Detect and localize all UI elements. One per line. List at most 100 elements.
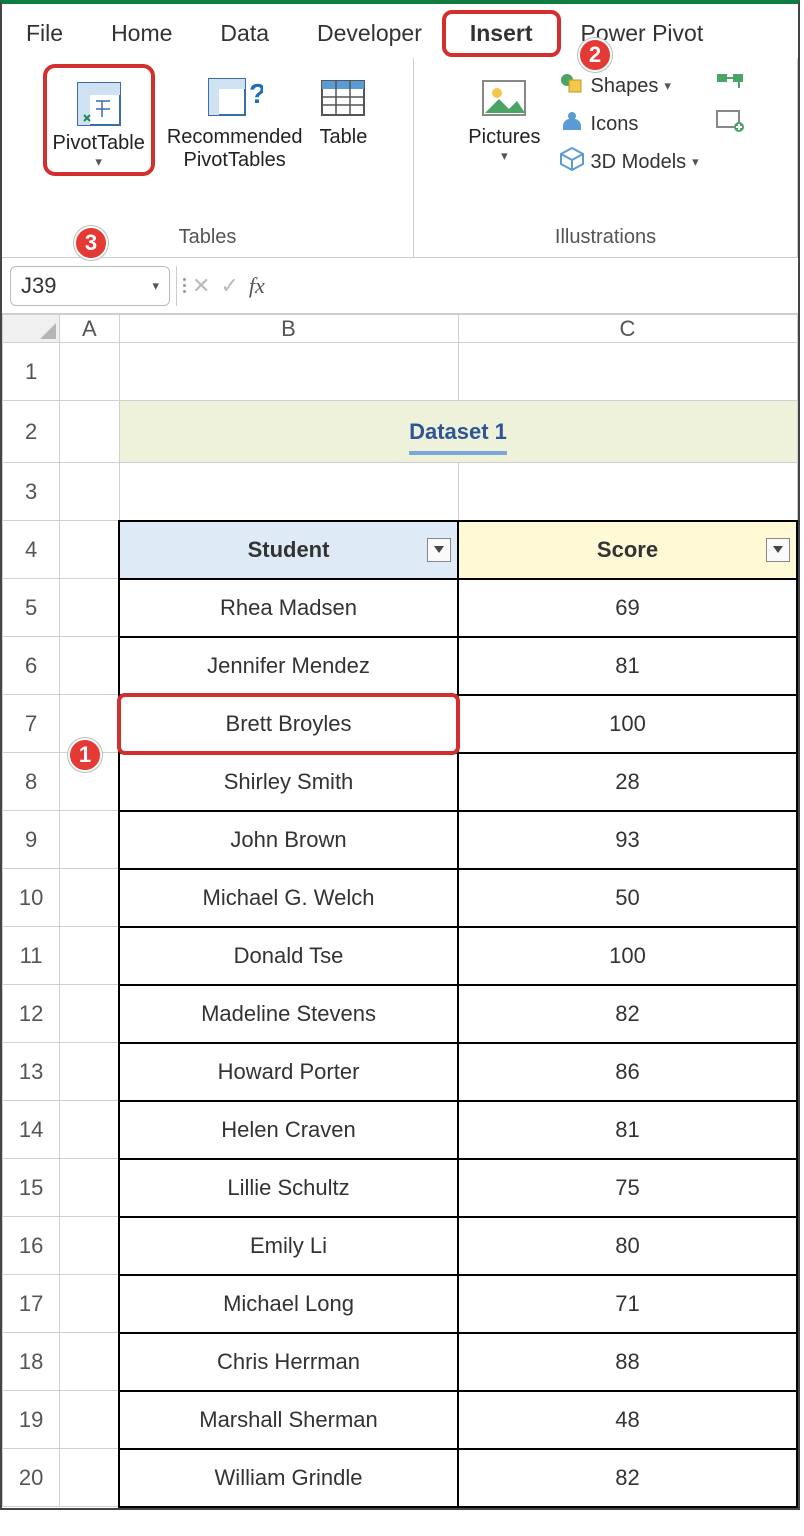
cell-score[interactable]: 48 [458,1391,797,1449]
cell[interactable] [60,985,119,1043]
pivottable-button[interactable]: PivotTable ▾ [49,70,149,170]
cell-score[interactable]: 81 [458,637,797,695]
recommended-pivottables-button[interactable]: ? Recommended PivotTables [163,64,307,172]
fx-icon[interactable]: fx [249,273,265,299]
cell-student[interactable]: Lillie Schultz [119,1159,458,1217]
cell-student[interactable]: Michael Long [119,1275,458,1333]
cell-score[interactable]: 69 [458,579,797,637]
row-header[interactable]: 5 [3,579,60,637]
cell-score[interactable]: 82 [458,985,797,1043]
row-header[interactable]: 1 [3,343,60,401]
cell-score[interactable]: 71 [458,1275,797,1333]
tab-developer[interactable]: Developer [293,14,446,53]
cell[interactable] [60,869,119,927]
cell[interactable] [458,343,797,401]
cell-score[interactable]: 82 [458,1449,797,1507]
row-header[interactable]: 15 [3,1159,60,1217]
enter-icon[interactable]: ✓ [220,273,238,299]
tab-data[interactable]: Data [196,14,293,53]
cell-student[interactable]: John Brown [119,811,458,869]
cell-student[interactable]: Marshall Sherman [119,1391,458,1449]
name-box[interactable]: J39 ▾ [10,266,170,306]
row-header[interactable]: 13 [3,1043,60,1101]
screenshot-icon[interactable] [715,107,745,138]
header-score[interactable]: Score [458,521,797,579]
cell[interactable] [60,1217,119,1275]
row-header[interactable]: 4 [3,521,60,579]
cell-score[interactable]: 80 [458,1217,797,1275]
row-header[interactable]: 19 [3,1391,60,1449]
cell[interactable] [60,401,119,463]
cell-student[interactable]: Shirley Smith [119,753,458,811]
smartart-icon[interactable] [715,70,745,101]
cell-score[interactable]: 100 [458,927,797,985]
cell[interactable] [119,343,458,401]
formula-input[interactable] [271,268,790,304]
row-header[interactable]: 3 [3,463,60,521]
cell[interactable] [458,463,797,521]
row-header[interactable]: 8 [3,753,60,811]
cell[interactable] [60,637,119,695]
row-header[interactable]: 18 [3,1333,60,1391]
cell-student[interactable]: Donald Tse [119,927,458,985]
cancel-icon[interactable]: ✕ [192,273,210,299]
tab-file[interactable]: File [2,14,87,53]
icons-button[interactable]: Icons [553,106,705,142]
col-C[interactable]: C [458,315,797,343]
cell[interactable] [60,1333,119,1391]
row-header[interactable]: 17 [3,1275,60,1333]
col-A[interactable]: A [60,315,119,343]
row-header[interactable]: 2 [3,401,60,463]
cell[interactable] [60,1391,119,1449]
cell[interactable] [60,1101,119,1159]
row-header[interactable]: 6 [3,637,60,695]
cell-student[interactable]: William Grindle [119,1449,458,1507]
cell-score[interactable]: 100 [458,695,797,753]
row-header[interactable]: 14 [3,1101,60,1159]
row-header[interactable]: 16 [3,1217,60,1275]
cell-student[interactable]: Brett Broyles [119,695,458,753]
row-header[interactable]: 10 [3,869,60,927]
cell-student[interactable]: Michael G. Welch [119,869,458,927]
cell-score[interactable]: 81 [458,1101,797,1159]
tab-insert[interactable]: Insert [446,14,557,53]
cell-score[interactable]: 86 [458,1043,797,1101]
col-B[interactable]: B [119,315,458,343]
dataset-title[interactable]: Dataset 1 [119,401,797,463]
filter-icon[interactable] [766,538,790,562]
cell[interactable] [60,927,119,985]
tab-home[interactable]: Home [87,14,196,53]
pictures-button[interactable]: Pictures ▾ [464,64,544,164]
cell-score[interactable]: 88 [458,1333,797,1391]
cell-student[interactable]: Madeline Stevens [119,985,458,1043]
cell[interactable] [60,1449,119,1507]
cell-score[interactable]: 75 [458,1159,797,1217]
cell[interactable] [60,579,119,637]
cell-student[interactable]: Jennifer Mendez [119,637,458,695]
cell-student[interactable]: Helen Craven [119,1101,458,1159]
row-header[interactable]: 9 [3,811,60,869]
cell[interactable] [60,463,119,521]
shapes-button[interactable]: Shapes ▾ [553,68,705,104]
cell-student[interactable]: Rhea Madsen [119,579,458,637]
row-header[interactable]: 12 [3,985,60,1043]
table-button[interactable]: Table [314,64,372,149]
cell[interactable] [60,521,119,579]
cell-score[interactable]: 93 [458,811,797,869]
cell[interactable] [119,463,458,521]
row-header[interactable]: 7 [3,695,60,753]
cell[interactable] [60,811,119,869]
cell-student[interactable]: Emily Li [119,1217,458,1275]
header-student[interactable]: Student [119,521,458,579]
cell-student[interactable]: Howard Porter [119,1043,458,1101]
cell[interactable] [60,1043,119,1101]
spreadsheet-grid[interactable]: A B C 12 Dataset 1 34 StudentScore 5 Rhea Mad… [2,314,798,1508]
cell-score[interactable]: 28 [458,753,797,811]
row-header[interactable]: 20 [3,1449,60,1507]
cell[interactable] [60,1275,119,1333]
filter-icon[interactable] [427,538,451,562]
cell[interactable] [60,343,119,401]
cell-student[interactable]: Chris Herrman [119,1333,458,1391]
select-all-corner[interactable] [3,315,60,343]
3d-models-button[interactable]: 3D Models ▾ [553,144,705,180]
